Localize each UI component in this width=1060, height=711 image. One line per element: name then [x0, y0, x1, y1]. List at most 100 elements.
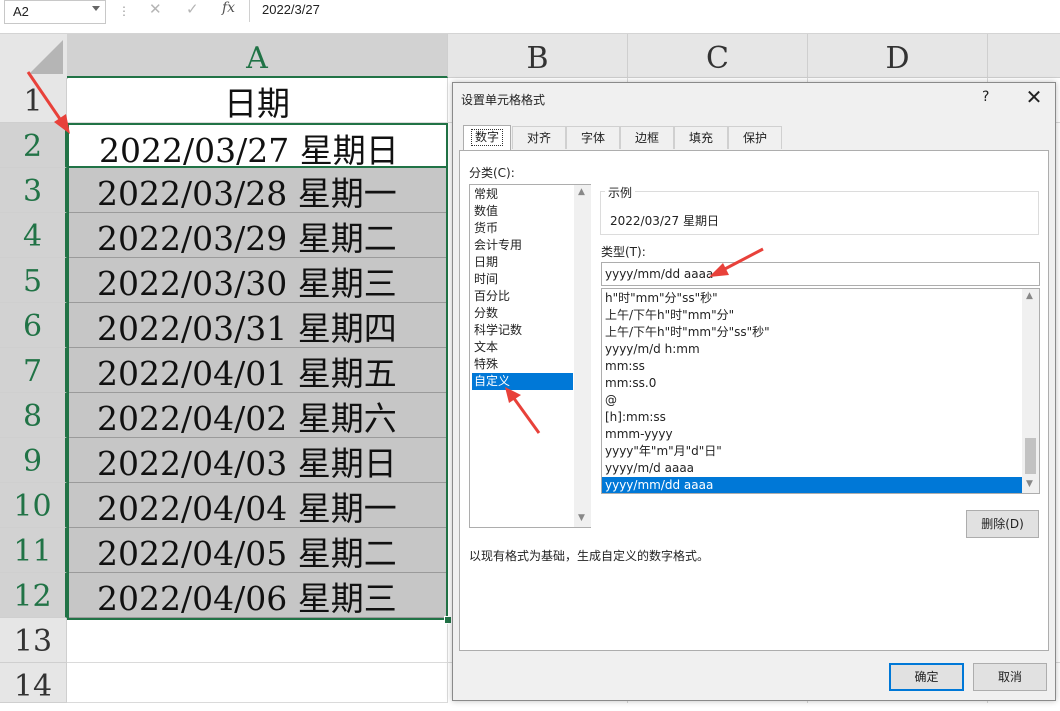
category-item[interactable]: 特殊	[472, 356, 573, 373]
type-item[interactable]: mmm-yyyy	[602, 426, 1022, 443]
tab-alignment[interactable]: 对齐	[512, 126, 566, 149]
category-item-custom[interactable]: 自定义	[472, 373, 573, 390]
tab-font[interactable]: 字体	[566, 126, 620, 149]
scroll-up-icon[interactable]: ▲	[578, 187, 585, 197]
category-item[interactable]: 科学记数	[472, 322, 573, 339]
cell-a14[interactable]	[67, 663, 448, 703]
tab-border[interactable]: 边框	[620, 126, 674, 149]
cell-a4[interactable]: 2022/03/29 星期二	[67, 213, 448, 258]
row-header-1[interactable]: 1	[0, 78, 67, 123]
row-header-12[interactable]: 12	[0, 573, 67, 618]
cell-a3[interactable]: 2022/03/28 星期一	[67, 168, 448, 213]
category-list[interactable]: 常规 数值 货币 会计专用 日期 时间 百分比 分数 科学记数 文本 特殊 自定…	[469, 184, 591, 528]
type-list[interactable]: h"时"mm"分"ss"秒" 上午/下午h"时"mm"分" 上午/下午h"时"m…	[601, 288, 1040, 494]
cell-a12[interactable]: 2022/04/06 星期三	[67, 573, 448, 618]
dialog-title: 设置单元格格式	[461, 93, 546, 107]
category-label: 分类(C):	[469, 166, 515, 180]
column-header-b[interactable]: B	[448, 34, 628, 78]
category-scrollbar[interactable]: ▲ ▼	[574, 185, 591, 527]
row-header-10[interactable]: 10	[0, 483, 67, 528]
cell-a10[interactable]: 2022/04/04 星期一	[67, 483, 448, 528]
cell-a9[interactable]: 2022/04/03 星期日	[67, 438, 448, 483]
row-header-4[interactable]: 4	[0, 213, 67, 258]
type-list-scrollbar[interactable]: ▲ ▼	[1022, 289, 1039, 493]
cell-a2[interactable]: 2022/03/27 星期日	[67, 123, 448, 168]
type-item[interactable]: mm:ss	[602, 358, 1022, 375]
scroll-down-icon[interactable]: ▼	[1026, 479, 1033, 489]
scrollbar-thumb[interactable]	[1025, 438, 1036, 474]
help-icon[interactable]: ?	[982, 89, 989, 105]
scroll-down-icon[interactable]: ▼	[578, 513, 585, 523]
format-cells-dialog: 设置单元格格式 ? ✕ 数字 对齐 字体 边框 填充 保护 分类(C): 常规 …	[452, 82, 1056, 701]
type-item[interactable]: yyyy/m/d aaaa	[602, 460, 1022, 477]
formula-bar-grip-icon: ⋮	[118, 4, 130, 18]
type-item-selected[interactable]: yyyy/mm/dd aaaa	[602, 477, 1022, 493]
tab-number[interactable]: 数字	[463, 125, 511, 150]
column-header-c[interactable]: C	[628, 34, 808, 78]
type-label: 类型(T):	[601, 245, 646, 259]
select-all-button[interactable]	[0, 34, 68, 79]
enter-icon[interactable]: ✓	[186, 0, 199, 18]
close-icon[interactable]: ✕	[1024, 85, 1044, 109]
tab-number-label: 数字	[470, 129, 503, 146]
row-header-13[interactable]: 13	[0, 618, 67, 663]
type-item[interactable]: yyyy"年"m"月"d"日"	[602, 443, 1022, 460]
column-header-d[interactable]: D	[808, 34, 988, 78]
row-header-7[interactable]: 7	[0, 348, 67, 393]
category-item[interactable]: 日期	[472, 254, 573, 271]
category-item[interactable]: 货币	[472, 220, 573, 237]
formula-bar: A2 ⋮ ✕ ✓ fx 2022/3/27	[0, 0, 1060, 34]
type-input[interactable]: yyyy/mm/dd aaaa	[601, 262, 1040, 286]
type-item[interactable]: 上午/下午h"时"mm"分"ss"秒"	[602, 324, 1022, 341]
type-item[interactable]: [h]:mm:ss	[602, 409, 1022, 426]
cell-a13[interactable]	[67, 618, 448, 663]
name-box[interactable]: A2	[4, 0, 106, 24]
category-item[interactable]: 数值	[472, 203, 573, 220]
category-item[interactable]: 时间	[472, 271, 573, 288]
formula-input[interactable]: 2022/3/27	[262, 2, 320, 17]
row-header-2[interactable]: 2	[0, 123, 67, 168]
category-item[interactable]: 会计专用	[472, 237, 573, 254]
type-item[interactable]: @	[602, 392, 1022, 409]
cell-a8[interactable]: 2022/04/02 星期六	[67, 393, 448, 438]
category-item[interactable]: 文本	[472, 339, 573, 356]
select-all-triangle-icon	[29, 40, 63, 74]
category-item[interactable]: 百分比	[472, 288, 573, 305]
ok-button[interactable]: 确定	[889, 663, 964, 691]
cell-a11[interactable]: 2022/04/05 星期二	[67, 528, 448, 573]
row-header-9[interactable]: 9	[0, 438, 67, 483]
scroll-up-icon[interactable]: ▲	[1026, 291, 1033, 301]
row-header-5[interactable]: 5	[0, 258, 67, 303]
type-item[interactable]: 上午/下午h"时"mm"分"	[602, 307, 1022, 324]
type-item[interactable]: yyyy/m/d h:mm	[602, 341, 1022, 358]
row-header-6[interactable]: 6	[0, 303, 67, 348]
fill-handle[interactable]	[444, 616, 452, 624]
type-item[interactable]: mm:ss.0	[602, 375, 1022, 392]
column-header-e[interactable]	[988, 34, 1060, 78]
cell-a7[interactable]: 2022/04/01 星期五	[67, 348, 448, 393]
insert-function-icon[interactable]: fx	[222, 0, 235, 16]
cell-a1[interactable]: 日期	[67, 78, 448, 123]
cancel-icon[interactable]: ✕	[149, 0, 162, 18]
row-header-3[interactable]: 3	[0, 168, 67, 213]
delete-button[interactable]: 删除(D)	[966, 510, 1039, 538]
type-input-value: yyyy/mm/dd aaaa	[605, 267, 714, 281]
column-header-a[interactable]: A	[67, 34, 448, 78]
cancel-button[interactable]: 取消	[973, 663, 1047, 691]
sample-label: 示例	[605, 184, 636, 201]
category-item[interactable]: 常规	[472, 186, 573, 203]
row-header-14[interactable]: 14	[0, 663, 67, 704]
category-item[interactable]: 分数	[472, 305, 573, 322]
cell-a5[interactable]: 2022/03/30 星期三	[67, 258, 448, 303]
row-header-8[interactable]: 8	[0, 393, 67, 438]
tab-protection[interactable]: 保护	[728, 126, 782, 149]
name-box-dropdown-icon[interactable]	[92, 6, 100, 11]
type-item[interactable]: h"时"mm"分"ss"秒"	[602, 290, 1022, 307]
name-box-value: A2	[13, 4, 29, 19]
cell-a6[interactable]: 2022/03/31 星期四	[67, 303, 448, 348]
description-text: 以现有格式为基础，生成自定义的数字格式。	[469, 549, 710, 563]
sample-group: 2022/03/27 星期日	[600, 191, 1039, 235]
tab-fill[interactable]: 填充	[674, 126, 728, 149]
formula-bar-divider	[249, 0, 250, 22]
row-header-11[interactable]: 11	[0, 528, 67, 573]
